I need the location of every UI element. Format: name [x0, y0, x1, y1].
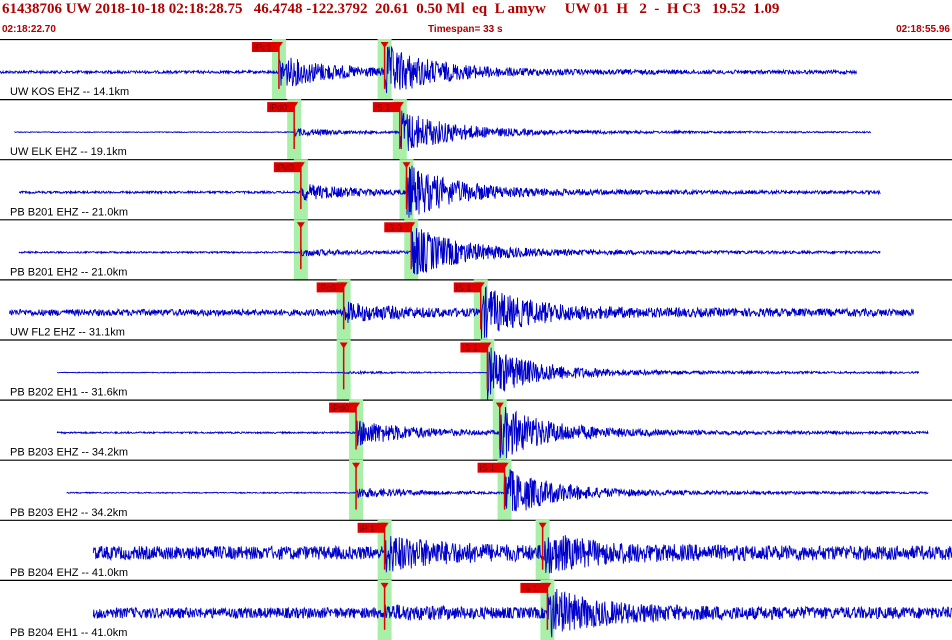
trace-panel[interactable]: iP 1 PB B204 EHZ -- 41.0km — [0, 519, 952, 580]
event-summary-title: 61438706 UW 2018-10-18 02:18:28.75 46.47… — [2, 1, 780, 17]
timespan-label: Timespan= 33 s — [428, 24, 503, 35]
waveform-trace[interactable] — [14, 110, 871, 152]
seismogram-panels[interactable]: iPc1 UW KOS EHZ -- 14.1km iPd0 iS 1 UW ELK E… — [0, 39, 952, 640]
pick-flag-label: iS 1 — [522, 583, 538, 593]
station-label: PB B204 EHZ -- 41.0km — [10, 567, 128, 579]
waveform-trace[interactable] — [18, 165, 881, 218]
waveform-trace[interactable] — [92, 535, 952, 574]
pick-flag-label: iS 1 — [456, 283, 472, 293]
station-label: UW FL2 EHZ -- 31.1km — [10, 327, 125, 339]
station-label: UW ELK EHZ -- 19.1km — [10, 146, 127, 158]
pick-flag-label: iPd0 — [269, 103, 287, 113]
waveform-trace[interactable] — [66, 469, 929, 512]
station-label: PB B202 EH1 -- 31.6km — [10, 387, 127, 399]
waveform-trace[interactable] — [9, 285, 914, 339]
pick-flag-label: iS 0 — [386, 223, 402, 233]
station-label: PB B201 EHZ -- 21.0km — [10, 206, 128, 218]
pick-flag-label: iP 1 — [360, 523, 375, 533]
station-label: PB B204 EH1 -- 41.0km — [10, 627, 127, 639]
station-label: PB B203 EH2 -- 34.2km — [10, 507, 127, 519]
waveform-trace[interactable] — [56, 406, 929, 459]
trace-panel[interactable]: iPd0 iS 1 UW ELK EHZ -- 19.1km — [0, 98, 952, 160]
trace-panel[interactable]: iS 1 PB B204 EH1 -- 41.0km — [0, 579, 952, 640]
event-header: 61438706 UW 2018-10-18 02:18:28.75 46.47… — [0, 0, 952, 35]
station-label: UW KOS EHZ -- 14.1km — [10, 86, 129, 98]
end-time-label: 02:18:55.96 — [896, 24, 950, 35]
pick-flag-label: iS 1 — [462, 343, 478, 353]
waveform-trace[interactable] — [18, 228, 881, 275]
trace-panel[interactable]: iPc0 iS 1 UW FL2 EHZ -- 31.1km — [0, 279, 952, 340]
trace-panel[interactable]: iS 0 PB B201 EH2 -- 21.0km — [0, 219, 952, 280]
trace-panel[interactable]: iS 1 PB B202 EH1 -- 31.6km — [0, 339, 952, 401]
pick-flag-label: iPd0 — [276, 163, 294, 173]
trace-panel[interactable]: iPc1 UW KOS EHZ -- 14.1km — [0, 39, 952, 100]
trace-panel[interactable]: iPd0 PB B201 EHZ -- 21.0km — [0, 159, 952, 220]
pick-flag-label: iPc0 — [319, 283, 337, 293]
pick-flag-label: iPc1 — [254, 43, 272, 53]
pick-flag-label: iPd0 — [331, 403, 349, 413]
pick-flag-label: iS 1 — [480, 463, 496, 473]
waveform-canvas[interactable]: iPc1 UW KOS EHZ -- 14.1km iPd0 iS 1 UW ELK E… — [0, 39, 952, 640]
start-time-label: 02:18:22.70 — [2, 24, 56, 35]
pick-flag-label: iS 1 — [375, 103, 391, 113]
station-label: PB B201 EH2 -- 21.0km — [10, 266, 127, 278]
waveform-trace[interactable] — [92, 588, 952, 638]
trace-panel[interactable]: iPd0 PB B203 EHZ -- 34.2km — [0, 399, 952, 460]
station-label: PB B203 EHZ -- 34.2km — [10, 447, 128, 459]
trace-panel[interactable]: iS 1 PB B203 EH2 -- 34.2km — [0, 459, 952, 520]
